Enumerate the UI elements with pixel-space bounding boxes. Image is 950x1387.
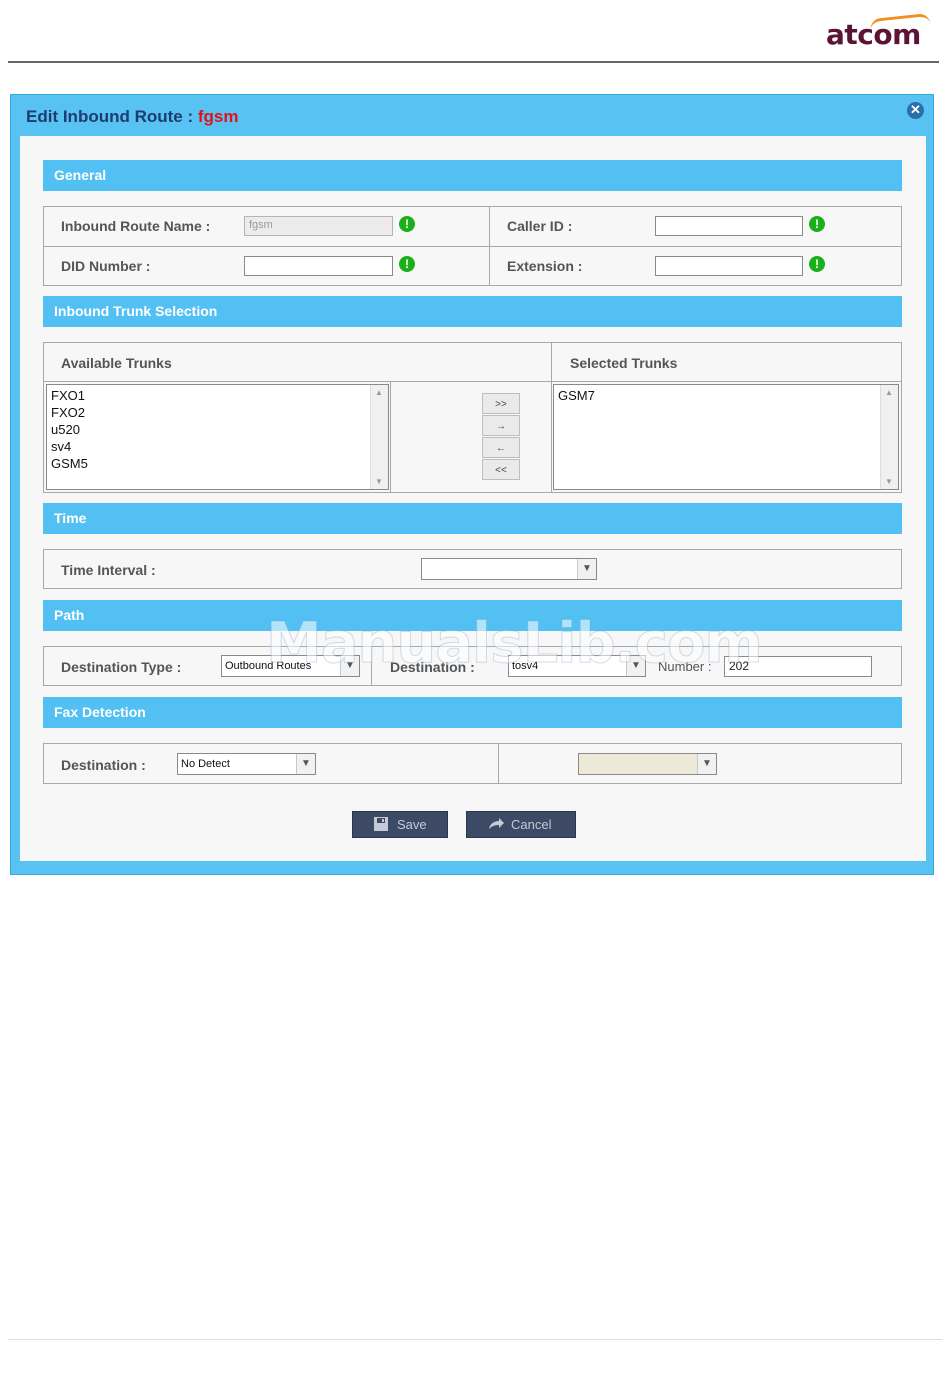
fax-destination-value: No Detect — [181, 758, 230, 770]
section-inbound-trunk-selection: Inbound Trunk Selection — [43, 296, 902, 327]
destination-type-label: Destination Type : — [61, 659, 182, 675]
time-interval-select[interactable]: ▼ — [421, 558, 597, 580]
did-number-field[interactable] — [244, 256, 393, 276]
trunk-selection-panel: Available Trunks Selected Trunks FXO1 FX… — [43, 342, 902, 493]
list-item[interactable]: GSM7 — [554, 387, 898, 404]
fax-secondary-select: ▼ — [578, 753, 717, 775]
list-item[interactable]: FXO2 — [47, 404, 388, 421]
chevron-down-icon: ▼ — [296, 754, 315, 774]
list-item[interactable]: GSM5 — [47, 455, 388, 472]
time-panel: Time Interval : ▼ — [43, 549, 902, 589]
number-field[interactable]: 202 — [724, 656, 872, 677]
number-label: Number : — [658, 659, 712, 674]
available-trunks-list[interactable]: FXO1 FXO2 u520 sv4 GSM5 ▲ ▼ — [46, 384, 389, 490]
footer-divider — [8, 1339, 942, 1340]
available-trunks-scrollbar[interactable]: ▲ ▼ — [370, 385, 388, 489]
caller-id-field[interactable] — [655, 216, 803, 236]
caller-id-warning-icon: ! — [809, 216, 825, 232]
selected-trunks-scrollbar[interactable]: ▲ ▼ — [880, 385, 898, 489]
list-item[interactable]: u520 — [47, 421, 388, 438]
cancel-button[interactable]: Cancel — [466, 811, 576, 838]
chevron-down-icon: ▼ — [340, 656, 359, 676]
fax-destination-label: Destination : — [61, 757, 146, 773]
time-interval-label: Time Interval : — [61, 562, 156, 578]
remove-all-trunks-button[interactable]: << — [482, 459, 520, 480]
fax-destination-select[interactable]: No Detect ▼ — [177, 753, 316, 775]
trunk-divider-left — [390, 382, 391, 492]
extension-field[interactable] — [655, 256, 803, 276]
section-fax-detection: Fax Detection — [43, 697, 902, 728]
selected-trunks-label: Selected Trunks — [570, 355, 678, 371]
dialog-body: General Inbound Route Name : fgsm ! Call… — [20, 136, 926, 861]
dialog-route-name: fgsm — [197, 107, 239, 126]
close-icon[interactable]: ✕ — [907, 102, 924, 119]
dialog-title-prefix: Edit Inbound Route : — [26, 107, 198, 126]
destination-type-value: Outbound Routes — [225, 660, 312, 672]
save-button[interactable]: Save — [352, 811, 448, 838]
destination-value: tosv4 — [512, 660, 539, 672]
section-path: Path — [43, 600, 902, 631]
selected-trunks-list[interactable]: GSM7 ▲ ▼ — [553, 384, 899, 490]
save-label: Save — [397, 817, 427, 832]
destination-select[interactable]: tosv4 ▼ — [508, 655, 646, 677]
caller-id-label: Caller ID : — [507, 218, 573, 234]
inbound-route-name-label: Inbound Route Name : — [61, 218, 211, 234]
trunk-divider-right — [551, 343, 552, 492]
chevron-down-icon: ▼ — [577, 559, 596, 579]
remove-trunk-button[interactable]: ← — [482, 437, 520, 458]
add-trunk-button[interactable]: → — [482, 415, 520, 436]
available-trunks-label: Available Trunks — [61, 355, 172, 371]
edit-inbound-route-dialog: Edit Inbound Route : fgsm ✕ General Inbo… — [10, 94, 934, 875]
destination-type-select[interactable]: Outbound Routes ▼ — [221, 655, 360, 677]
scroll-down-icon[interactable]: ▼ — [371, 474, 387, 489]
cancel-label: Cancel — [511, 817, 552, 832]
header-divider — [8, 61, 939, 63]
did-number-label: DID Number : — [61, 258, 151, 274]
extension-warning-icon: ! — [809, 256, 825, 272]
chevron-down-icon: ▼ — [697, 754, 716, 774]
floppy-disk-icon — [373, 816, 389, 832]
route-name-warning-icon: ! — [399, 216, 415, 232]
section-time: Time — [43, 503, 902, 534]
path-column-divider — [371, 647, 372, 685]
list-item[interactable]: sv4 — [47, 438, 388, 455]
inbound-route-name-field[interactable]: fgsm — [244, 216, 393, 236]
did-number-warning-icon: ! — [399, 256, 415, 272]
destination-label: Destination : — [390, 659, 475, 675]
fax-panel: Destination : No Detect ▼ ▼ — [43, 743, 902, 784]
extension-label: Extension : — [507, 258, 583, 274]
path-panel: Destination Type : Outbound Routes ▼ Des… — [43, 646, 902, 686]
trunk-header-divider — [44, 381, 901, 382]
chevron-down-icon: ▼ — [626, 656, 645, 676]
general-panel: Inbound Route Name : fgsm ! Caller ID : … — [43, 206, 902, 286]
add-all-trunks-button[interactable]: >> — [482, 393, 520, 414]
general-row-divider — [44, 246, 901, 247]
scroll-down-icon[interactable]: ▼ — [881, 474, 897, 489]
list-item[interactable]: FXO1 — [47, 387, 388, 404]
atcom-logo: atcom — [826, 18, 921, 51]
section-general: General — [43, 160, 902, 191]
fax-column-divider — [498, 744, 499, 783]
scroll-up-icon[interactable]: ▲ — [371, 385, 387, 400]
scroll-up-icon[interactable]: ▲ — [881, 385, 897, 400]
redo-arrow-icon — [487, 816, 504, 832]
dialog-title: Edit Inbound Route : fgsm — [26, 107, 238, 127]
